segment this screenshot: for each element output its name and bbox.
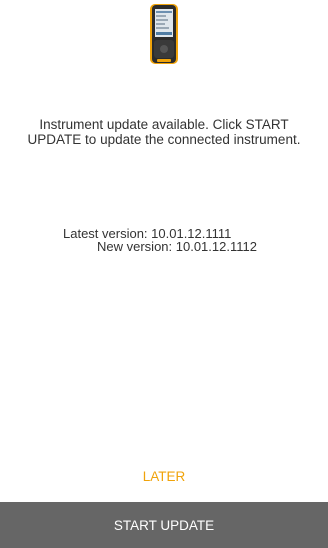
update-available-message: Instrument update available. Click START…	[0, 117, 328, 147]
new-version-text: New version: 10.01.12.1112	[97, 239, 257, 254]
update-screen: Instrument update available. Click START…	[0, 0, 328, 548]
measuring-instrument-icon	[150, 4, 178, 64]
start-update-button[interactable]: START UPDATE	[0, 502, 328, 548]
message-line-2: UPDATE to update the connected instrumen…	[27, 132, 301, 147]
later-button[interactable]: LATER	[0, 469, 328, 484]
message-line-1: Instrument update available. Click START	[39, 117, 289, 132]
